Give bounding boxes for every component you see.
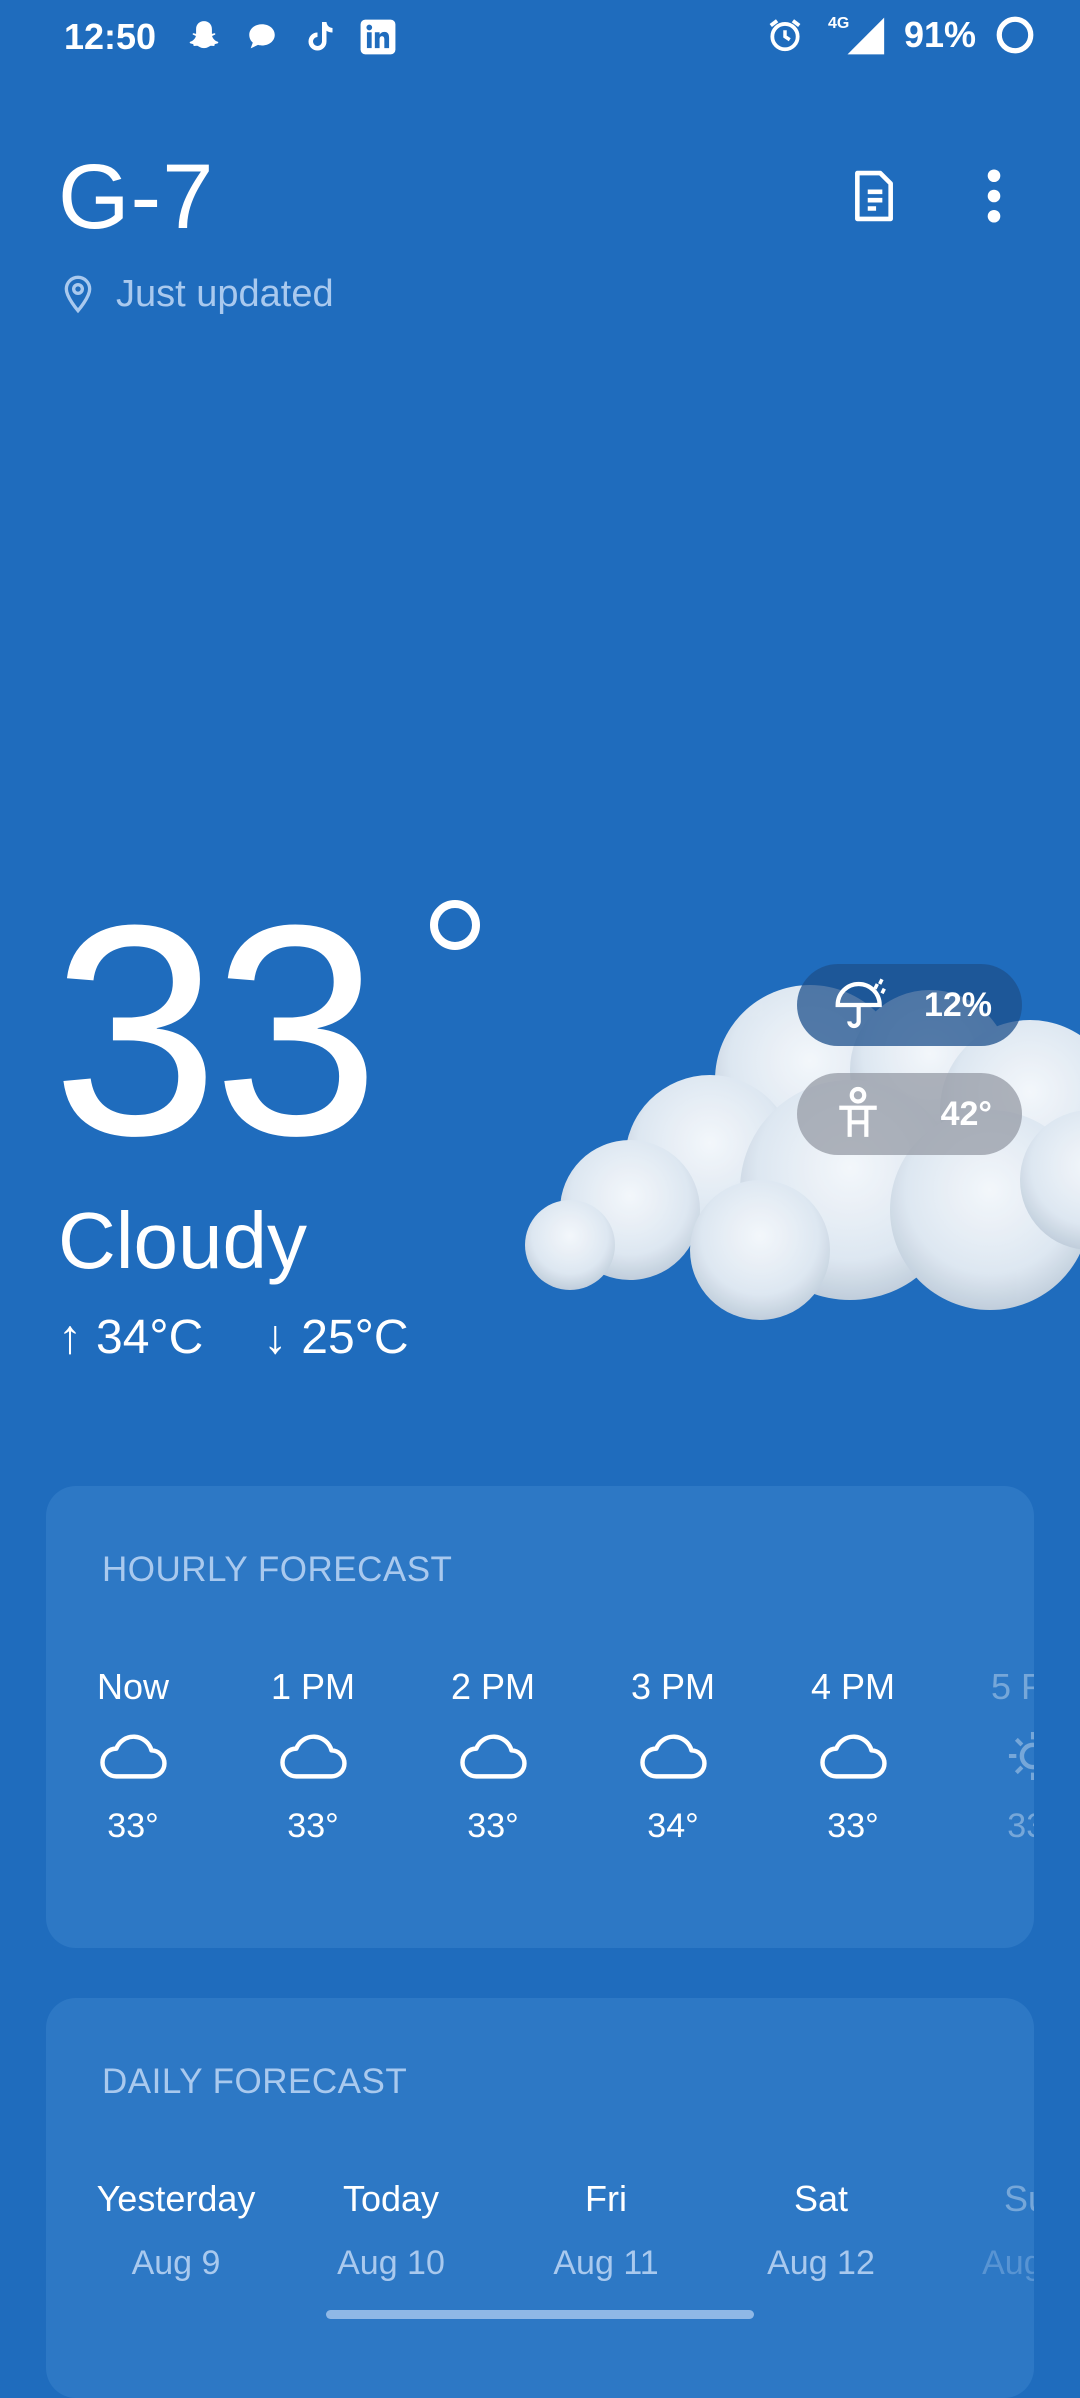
daily-item[interactable]: Sun Aug 13 xyxy=(936,2178,1034,2283)
cloud-icon xyxy=(280,1734,347,1779)
hour-temp: 33° xyxy=(467,1807,519,1845)
tiktok-icon xyxy=(308,22,333,51)
alarm-icon xyxy=(769,19,801,52)
hour-label: Now xyxy=(96,1666,170,1707)
location-name[interactable]: G-7 xyxy=(58,145,214,250)
more-options-button[interactable] xyxy=(962,164,1026,228)
more-vertical-icon xyxy=(987,169,1001,223)
hour-temp: 34° xyxy=(647,1807,699,1845)
hourly-item[interactable]: 4 PM 33° xyxy=(778,1666,928,1846)
daily-item[interactable]: Yesterday Aug 9 xyxy=(76,2178,276,2283)
current-temperature: 33 xyxy=(52,862,380,1198)
system-status-icons: 4G 91% xyxy=(766,14,1036,56)
day-date: Aug 10 xyxy=(337,2244,445,2282)
update-status-text: Just updated xyxy=(116,272,334,315)
cloud-icon xyxy=(640,1734,707,1779)
feels-like-value: 42° xyxy=(940,1094,992,1133)
battery-ring-icon xyxy=(996,16,1034,54)
hourly-item[interactable]: 2 PM 33° xyxy=(418,1666,568,1846)
snapchat-icon xyxy=(189,21,219,49)
hour-temp: 33° xyxy=(107,1807,159,1845)
day-date: Aug 11 xyxy=(553,2244,659,2282)
day-date: Aug 13 xyxy=(982,2244,1034,2282)
degree-symbol xyxy=(430,900,480,950)
daily-item[interactable]: Sat Aug 12 xyxy=(721,2178,921,2283)
high-low-row: ↑ 34°C ↓ 25°C xyxy=(58,1310,409,1365)
home-indicator[interactable] xyxy=(326,2310,754,2319)
hourly-item[interactable]: 1 PM 33° xyxy=(238,1666,388,1846)
cloud-icon xyxy=(460,1734,527,1779)
hour-label: 1 PM xyxy=(270,1666,356,1707)
arrow-up-icon: ↑ xyxy=(58,1311,82,1364)
hour-temp: 33° xyxy=(287,1807,339,1845)
sun-icon xyxy=(1008,1731,1034,1781)
cloud-icon xyxy=(100,1734,167,1779)
daily-item[interactable]: Fri Aug 11 xyxy=(506,2178,706,2283)
daily-forecast-card[interactable]: DAILY FORECAST Yesterday Aug 9 Today Aug… xyxy=(46,1998,1034,2398)
location-pin-icon xyxy=(64,275,92,314)
hour-label: 3 PM xyxy=(630,1666,716,1707)
high-temp-value: 34°C xyxy=(96,1311,204,1364)
cloud-icon xyxy=(820,1734,887,1779)
hourly-item[interactable]: 5 PM 33° xyxy=(958,1666,1034,1846)
high-temp: ↑ 34°C xyxy=(58,1310,203,1365)
hourly-forecast-title: HOURLY FORECAST xyxy=(102,1550,453,1589)
city-list-button[interactable] xyxy=(842,164,906,228)
hourly-forecast-card[interactable]: HOURLY FORECAST Now 33° 1 PM 33° 2 PM 33… xyxy=(46,1486,1034,1948)
document-icon xyxy=(855,170,893,222)
day-name: Fri xyxy=(585,2178,627,2219)
day-date: Aug 9 xyxy=(131,2244,221,2282)
hourly-item[interactable]: Now 33° xyxy=(58,1666,208,1846)
day-name: Yesterday xyxy=(96,2178,256,2219)
day-name: Sun xyxy=(1003,2178,1034,2219)
precipitation-chip: 12% xyxy=(797,964,1022,1046)
hour-temp: 33° xyxy=(827,1807,879,1845)
hourly-item[interactable]: 3 PM 34° xyxy=(598,1666,748,1846)
day-date: Aug 12 xyxy=(767,2244,875,2282)
daily-item[interactable]: Today Aug 10 xyxy=(291,2178,491,2283)
arrow-down-icon: ↓ xyxy=(263,1311,288,1364)
precipitation-value: 12% xyxy=(923,985,992,1024)
notification-icons xyxy=(185,18,397,56)
hour-label: 4 PM xyxy=(810,1666,896,1707)
low-temp-value: 25°C xyxy=(301,1311,409,1364)
daily-forecast-title: DAILY FORECAST xyxy=(102,2062,408,2101)
weather-condition: Cloudy xyxy=(58,1196,308,1285)
hour-label: 2 PM xyxy=(450,1666,536,1707)
feels-like-chip: 42° xyxy=(797,1073,1022,1155)
status-time: 12:50 xyxy=(64,16,157,57)
signal-4g-icon: 4G xyxy=(822,15,886,55)
person-icon xyxy=(839,1086,877,1137)
linkedin-icon xyxy=(360,19,396,55)
battery-percentage: 91% xyxy=(903,14,976,55)
hour-temp: 33° xyxy=(1007,1807,1034,1845)
low-temp: ↓ 25°C xyxy=(263,1310,408,1365)
update-status-row: Just updated xyxy=(58,272,334,316)
day-name: Today xyxy=(342,2178,440,2219)
day-name: Sat xyxy=(793,2178,849,2219)
chat-icon xyxy=(249,24,275,49)
hour-label: 5 PM xyxy=(990,1666,1034,1707)
umbrella-rain-icon xyxy=(835,978,886,1029)
